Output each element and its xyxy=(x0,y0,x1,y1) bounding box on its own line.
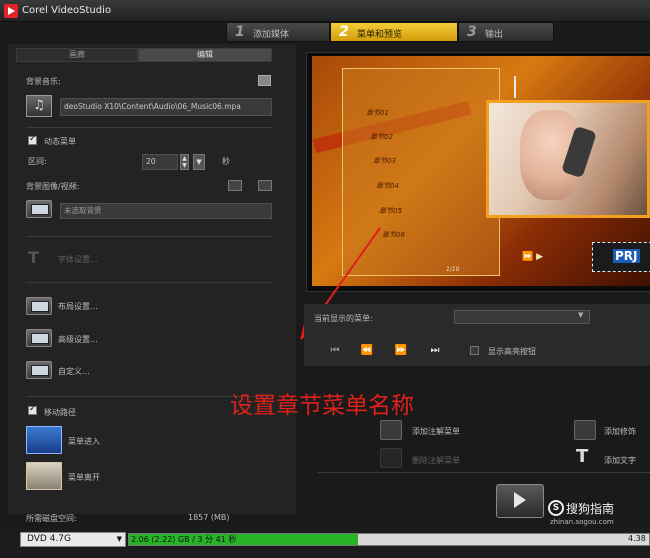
step-number: 2 xyxy=(339,24,349,40)
window-title: Corel VideoStudio xyxy=(22,5,111,16)
fit-icon[interactable] xyxy=(228,180,242,191)
current-menu-label: 当前显示的菜单: xyxy=(314,314,373,323)
tab-edit[interactable]: 编辑 xyxy=(138,48,272,62)
music-path-field[interactable]: deoStudio X10\Content\Audio\06_Music06.m… xyxy=(60,98,272,116)
highlight-buttons-label: 显示高亮按钮 xyxy=(488,347,536,356)
interval-spinner-icon[interactable]: ▲ ▼ xyxy=(180,154,189,170)
chapter-item[interactable]: 章节03 xyxy=(373,156,396,166)
first-frame-icon[interactable]: ⏮ xyxy=(326,344,344,358)
motion-path-checkbox[interactable] xyxy=(28,404,37,415)
project-badge: PRJ xyxy=(592,242,650,272)
chapter-item[interactable]: 章节05 xyxy=(379,206,402,216)
music-note-icon[interactable]: ♫ xyxy=(26,95,52,117)
highlight-buttons-checkbox[interactable] xyxy=(470,346,479,355)
disk-space-value: 1857 (MB) xyxy=(188,513,230,522)
advanced-icon xyxy=(26,329,52,347)
project-badge-text: PRJ xyxy=(613,249,640,263)
sogou-logo-icon: S xyxy=(548,500,564,516)
tab-label: 菜单和预览 xyxy=(357,30,403,40)
interval-label: 区间: xyxy=(28,157,47,166)
menu-out-icon[interactable] xyxy=(26,462,62,490)
delete-note-menu-icon[interactable] xyxy=(380,448,402,468)
step-number: 1 xyxy=(235,24,245,40)
bg-music-label: 背景音乐: xyxy=(26,77,61,86)
add-note-menu-icon[interactable] xyxy=(380,420,402,440)
current-menu-select[interactable] xyxy=(454,310,590,324)
font-settings-button[interactable]: 字体设置... xyxy=(58,254,98,265)
bg-value-field[interactable]: 未选取背景 xyxy=(60,203,272,219)
add-text-button[interactable]: 添加文字 xyxy=(604,455,636,466)
chevron-down-icon: ▼ xyxy=(578,311,584,319)
motion-menu-checkbox[interactable] xyxy=(28,134,37,145)
last-frame-icon[interactable]: ⏭ xyxy=(426,344,444,358)
disk-usage-text: 2.06 (2.22) GB / 3 分 41 秒 xyxy=(131,535,237,544)
tab-gallery[interactable]: 画廊 xyxy=(16,48,138,62)
motion-path-label: 移动路径 xyxy=(44,408,76,417)
add-decoration-icon[interactable] xyxy=(574,420,596,440)
watermark-url: zhinan.sogou.com xyxy=(550,518,614,526)
interval-unit: 秒 xyxy=(222,157,230,166)
chapter-item[interactable]: 章节04 xyxy=(376,181,399,191)
advanced-settings-button[interactable]: 高级设置... xyxy=(58,334,98,345)
annotation-caption: 设置章节菜单名称 xyxy=(230,393,414,419)
customize-icon xyxy=(26,361,52,379)
previous-icon[interactable]: ⏪ xyxy=(358,344,376,358)
add-decoration-button[interactable]: 添加修饰 xyxy=(604,426,636,437)
corel-logo-icon xyxy=(4,4,18,18)
bg-select-icon[interactable] xyxy=(26,200,52,218)
divider xyxy=(318,472,650,473)
layout-icon xyxy=(26,297,52,315)
motion-menu-label: 动态菜单 xyxy=(44,137,76,146)
step-number: 3 xyxy=(467,24,477,40)
menu-in-label: 菜单进入 xyxy=(68,437,100,446)
divider xyxy=(26,282,272,283)
layout-settings-button[interactable]: 布局设置... xyxy=(58,301,98,312)
save-icon[interactable] xyxy=(258,75,271,86)
page-indicator: 1/10 xyxy=(446,266,460,273)
tab-label: 输出 xyxy=(485,30,504,40)
tab-menu-preview[interactable]: 2 菜单和预览 xyxy=(330,22,458,42)
font-icon: T xyxy=(28,248,39,267)
divider xyxy=(26,236,272,237)
reset-icon[interactable] xyxy=(258,180,272,191)
chapter-item[interactable]: 章节02 xyxy=(370,132,393,142)
interval-dropdown-icon[interactable]: ▼ xyxy=(193,154,205,170)
tab-add-media[interactable]: 1 添加媒体 xyxy=(226,22,330,42)
delete-note-menu-button[interactable]: 删除注解菜单 xyxy=(412,455,460,466)
text-cursor xyxy=(514,76,516,98)
watermark-text: 搜狗指南 xyxy=(566,502,615,516)
interval-input[interactable]: 20 xyxy=(142,154,178,170)
add-note-menu-button[interactable]: 添加注解菜单 xyxy=(412,426,460,437)
menu-in-icon[interactable] xyxy=(26,426,62,454)
play-triangle-icon xyxy=(514,492,526,508)
tab-label: 添加媒体 xyxy=(253,30,290,40)
disk-space-label: 所需磁盘空间: xyxy=(26,514,77,523)
add-text-icon[interactable]: T xyxy=(576,446,588,467)
disk-capacity-end: 4.38 xyxy=(628,534,646,543)
prev-next-icon[interactable]: ⏩ ▶ xyxy=(522,252,543,262)
divider xyxy=(26,127,272,128)
menu-out-label: 菜单离开 xyxy=(68,473,100,482)
customize-button[interactable]: 自定义... xyxy=(58,366,90,377)
next-icon[interactable]: ⏩ xyxy=(392,344,410,358)
bg-image-label: 背景图像/视频: xyxy=(26,182,80,191)
chapter-item[interactable]: 章节01 xyxy=(366,108,389,118)
disk-type-select[interactable]: DVD 4.7G xyxy=(20,532,126,547)
tab-output[interactable]: 3 输出 xyxy=(458,22,554,42)
